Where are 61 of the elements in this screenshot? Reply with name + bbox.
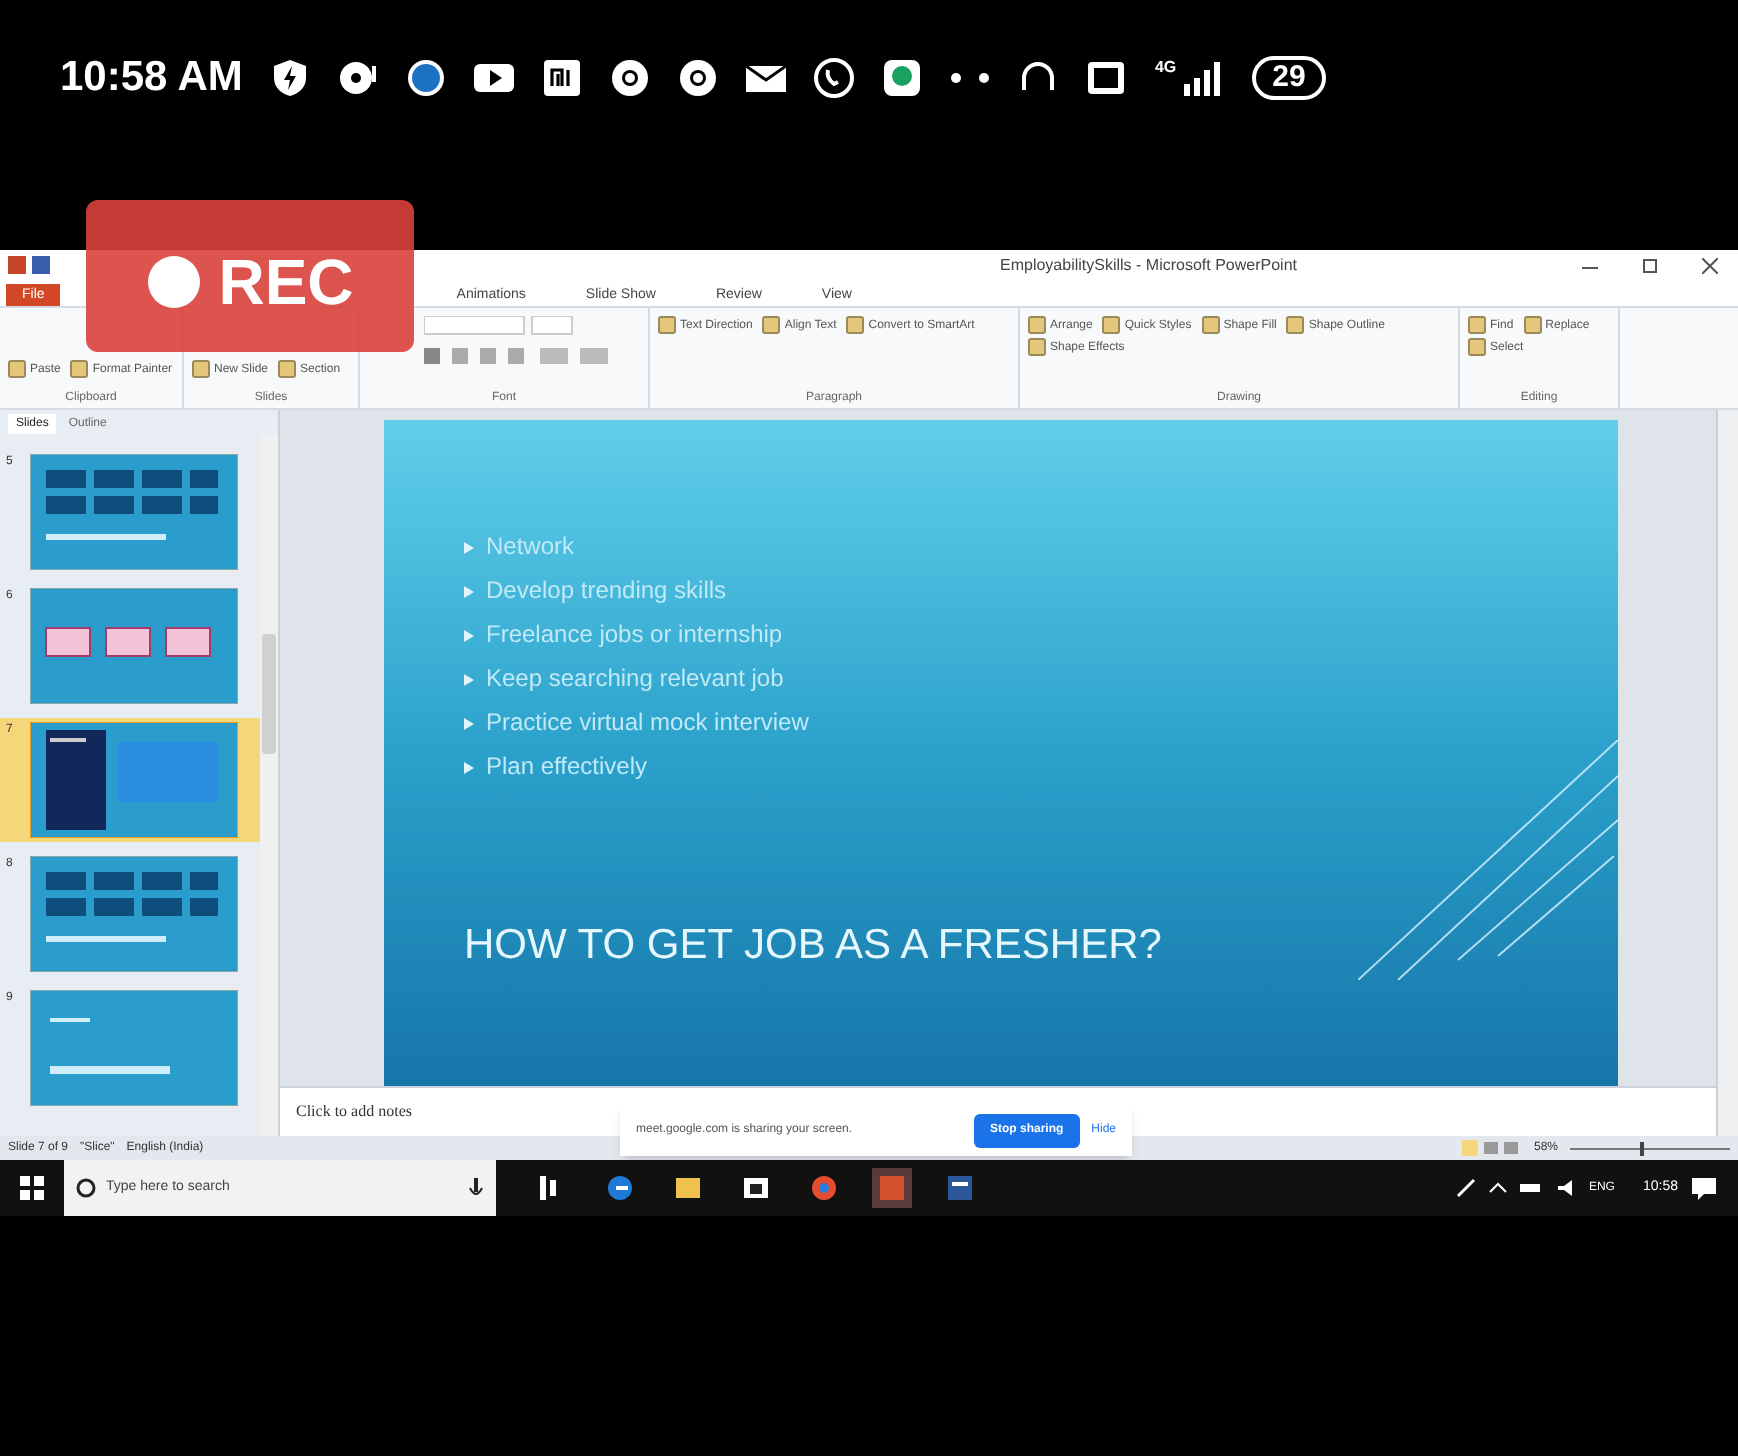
signal-icon bbox=[1180, 60, 1221, 96]
restore-icon[interactable] bbox=[1642, 257, 1658, 273]
bullet-icon bbox=[464, 761, 474, 773]
bullet-text: Plan effectively bbox=[486, 752, 647, 782]
tool-icon bbox=[1286, 316, 1305, 334]
zoom-slider-thumb[interactable] bbox=[1640, 1141, 1645, 1155]
battery-icon[interactable] bbox=[1520, 1178, 1545, 1198]
tool-icon bbox=[278, 360, 297, 378]
tool-icon bbox=[846, 316, 865, 334]
notes-field[interactable]: Click to add notes bbox=[296, 1100, 596, 1124]
battery-level: 29 bbox=[1252, 56, 1326, 100]
tool-icon bbox=[192, 360, 210, 378]
bullet-icon bbox=[464, 585, 474, 597]
slide-title: HOW TO GET JOB AS A FRESHER? bbox=[464, 920, 1162, 972]
tool-icon bbox=[1102, 316, 1121, 334]
tool-icon bbox=[1523, 316, 1542, 334]
bullet-text: Practice virtual mock interview bbox=[486, 708, 809, 738]
scrollbar[interactable] bbox=[260, 434, 278, 1136]
browser-icon bbox=[610, 58, 651, 98]
pen-icon[interactable] bbox=[1456, 1178, 1477, 1198]
tool-icon bbox=[762, 316, 781, 334]
status-time: 10:58 AM bbox=[60, 52, 243, 105]
bullet-icon bbox=[464, 717, 474, 729]
bullet-text: Network bbox=[486, 532, 575, 562]
tool-icon bbox=[658, 316, 676, 334]
shield-icon bbox=[270, 58, 311, 98]
slide-canvas[interactable]: Network Develop trending skills Freelance jobs or internship Keep searching relevant job Practice virtual mock interview Plan effectively HOW TO GET JOB AS A FRESHER? bbox=[384, 420, 1618, 1086]
bullet-icon bbox=[464, 629, 474, 641]
tool-icon bbox=[1201, 316, 1220, 334]
scrollbar[interactable] bbox=[1716, 410, 1738, 1136]
chevron-up-icon[interactable] bbox=[1488, 1178, 1509, 1198]
chat-bubble-icon bbox=[882, 58, 923, 98]
app-icon bbox=[8, 256, 26, 274]
slide-thumbnail[interactable] bbox=[30, 722, 238, 838]
bullet-text: Develop trending skills bbox=[486, 576, 727, 606]
bullet-icon bbox=[464, 673, 474, 685]
volte-icon bbox=[1086, 58, 1127, 98]
slide-thumbnail[interactable] bbox=[30, 990, 238, 1106]
slide-thumbnail[interactable] bbox=[30, 588, 238, 704]
slide-thumbnail[interactable] bbox=[30, 454, 238, 570]
record-dot-icon bbox=[146, 254, 203, 310]
notification-icon[interactable] bbox=[1690, 1176, 1718, 1200]
browser-icon bbox=[678, 58, 719, 98]
phone-bubble-icon bbox=[814, 58, 855, 98]
search-icon bbox=[76, 1178, 96, 1198]
slide-thumbnail[interactable] bbox=[30, 856, 238, 972]
window-title: EmployabilitySkills - Microsoft PowerPoint bbox=[1000, 254, 1297, 278]
speaker-icon[interactable] bbox=[1556, 1178, 1577, 1198]
tool-icon bbox=[70, 360, 89, 378]
more-icon bbox=[950, 72, 991, 84]
bullet-icon bbox=[464, 541, 474, 553]
disc-icon bbox=[338, 58, 379, 98]
close-icon[interactable] bbox=[1702, 257, 1718, 273]
bullet-text: Freelance jobs or internship bbox=[486, 620, 783, 650]
play-icon bbox=[474, 58, 515, 98]
bullet-text: Keep searching relevant job bbox=[486, 664, 784, 694]
network-type: 4G bbox=[1154, 60, 1177, 76]
chat-bubble-icon bbox=[406, 58, 447, 98]
recording-label: REC bbox=[218, 244, 354, 322]
tool-icon bbox=[8, 360, 26, 378]
app-icon bbox=[542, 58, 583, 98]
